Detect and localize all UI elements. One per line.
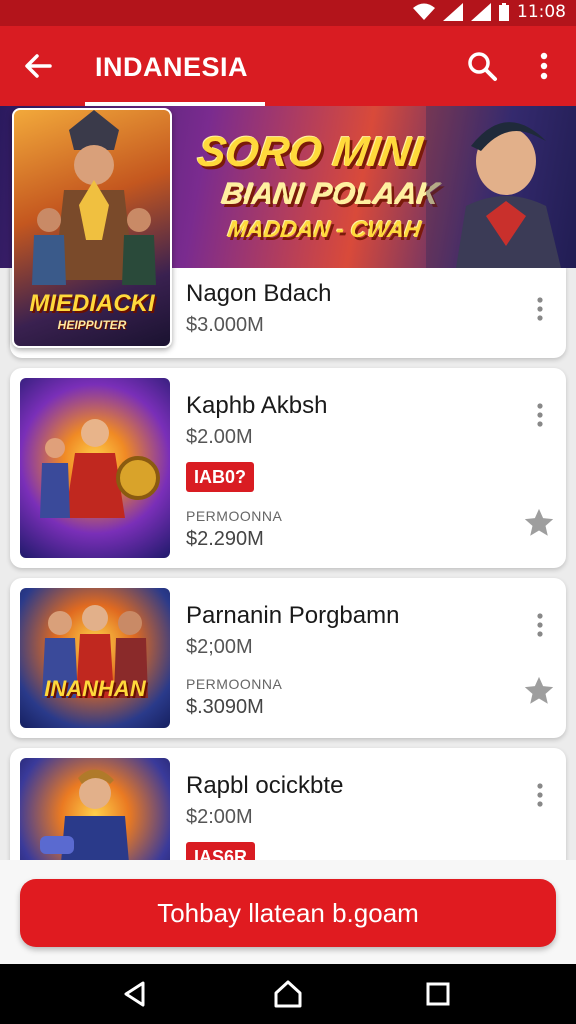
- item-subtitle: PERMOONNA: [186, 508, 283, 524]
- item-thumbnail: [20, 758, 170, 860]
- system-nav-bar: [0, 964, 576, 1024]
- list-item[interactable]: INANHAN Parnanin Porgbamn $2;00M PERMOON…: [10, 578, 566, 738]
- page-title: INDANESIA: [95, 52, 249, 82]
- item-price: $2:00M: [186, 806, 253, 828]
- item-title: Parnanin Porgbamn: [186, 602, 400, 629]
- featured-label: MIEDIACKI: [29, 290, 155, 317]
- list-item[interactable]: Rapbl ocickbte $2:00M IAS6R: [10, 748, 566, 860]
- featured-item-thumbnail[interactable]: MIEDIACKI HEIPPUTER: [12, 108, 172, 348]
- nav-recents-icon: [426, 982, 450, 1006]
- banner-subtitle: BIANI POLAAK: [219, 178, 442, 211]
- bottom-action-area: Tohbay llatean b.goam: [0, 860, 576, 964]
- more-vert-icon: [537, 613, 543, 637]
- nav-home-button[interactable]: [268, 976, 308, 1012]
- signal-icon: [443, 3, 463, 21]
- item-price: $3.000M: [186, 314, 264, 336]
- app-bar: INDANESIA: [0, 26, 576, 106]
- hero-art: [40, 419, 160, 518]
- item-title: Kaphb Akbsh: [186, 392, 328, 419]
- banner-tagline: MADDAN - CWAH: [226, 216, 423, 242]
- item-price: $2.00M: [186, 426, 253, 448]
- more-vert-icon: [537, 297, 543, 321]
- thumbnail-label: INANHAN: [44, 676, 146, 701]
- featured-sublabel: HEIPPUTER: [57, 318, 127, 332]
- item-price: $2;00M: [186, 636, 253, 658]
- search-icon: [468, 52, 497, 81]
- status-time: 11:08: [517, 2, 566, 22]
- item-secondary-price: $.3090M: [186, 696, 264, 718]
- more-vert-icon: [537, 403, 543, 427]
- list-item[interactable]: Kaphb Akbsh $2.00M IAB0? PERMOONNA $2.29…: [10, 368, 566, 568]
- wifi-icon: [413, 3, 435, 20]
- star-icon[interactable]: [522, 674, 556, 708]
- item-thumbnail: INANHAN: [20, 588, 170, 728]
- item-more-button[interactable]: [528, 398, 552, 432]
- more-vert-icon: [537, 783, 543, 807]
- item-subtitle: PERMOONNA: [186, 676, 283, 692]
- banner-title: SORO MINI: [194, 128, 426, 175]
- item-more-button[interactable]: [528, 778, 552, 812]
- nav-home-icon: [274, 980, 302, 1008]
- item-secondary-price: $2.290M: [186, 528, 264, 550]
- primary-action-button[interactable]: Tohbay llatean b.goam: [20, 879, 556, 947]
- item-title: Rapbl ocickbte: [186, 772, 344, 799]
- item-more-button[interactable]: [528, 608, 552, 642]
- battery-icon: [499, 3, 509, 21]
- nav-back-button[interactable]: [115, 976, 155, 1012]
- status-icons: 11:08: [413, 2, 566, 22]
- status-bar: 11:08: [0, 0, 576, 26]
- item-badge: IAS6R: [186, 842, 256, 860]
- search-button[interactable]: [462, 46, 502, 86]
- back-button[interactable]: [18, 46, 58, 86]
- more-vert-icon: [540, 52, 548, 80]
- hero-art: [40, 769, 129, 860]
- signal-icon-2: [471, 3, 491, 21]
- nav-back-icon: [124, 981, 145, 1007]
- hero-art: [42, 605, 148, 698]
- star-icon[interactable]: [522, 506, 556, 540]
- item-title: Nagon Bdach: [186, 280, 332, 307]
- back-arrow-icon: [25, 54, 52, 78]
- banner-hero-art: [426, 106, 576, 268]
- item-thumbnail: [20, 378, 170, 558]
- item-more-button[interactable]: [528, 292, 552, 326]
- nav-recents-button[interactable]: [418, 976, 458, 1012]
- game-list: Nagon Bdach $3.000M Kaphb Akbsh $2.00M I…: [0, 268, 576, 860]
- overflow-menu-button[interactable]: [526, 46, 562, 86]
- item-badge: IAB0?: [186, 462, 255, 492]
